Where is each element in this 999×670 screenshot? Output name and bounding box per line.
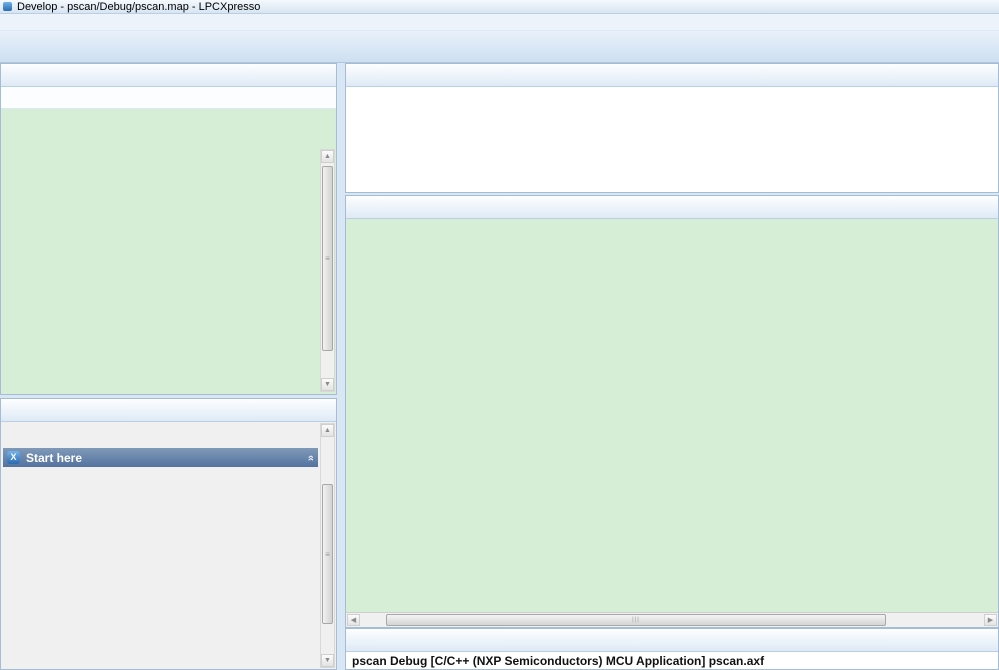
editor-horizontal-scrollbar[interactable]: ◀ ||| ▶ (346, 612, 998, 627)
lpcxpresso-icon: X (7, 451, 20, 464)
lpcxpresso-window: Develop - pscan/Debug/pscan.map - LPCXpr… (0, 0, 999, 670)
editor-tab-strip (346, 196, 998, 219)
start-here-header[interactable]: X Start here » (3, 448, 318, 467)
collapse-section-icon[interactable]: » (305, 454, 317, 460)
debug-panel (345, 63, 999, 193)
map-file-editor[interactable] (346, 219, 998, 612)
menu-bar (0, 14, 999, 31)
scroll-down-icon[interactable]: ▼ (321, 378, 334, 391)
project-tree (1, 109, 336, 394)
explorer-view-toolbar (1, 87, 336, 109)
quickstart-panel: X Start here » ▲ ≡ ▼ (0, 398, 337, 670)
scroll-left-icon[interactable]: ◀ (347, 614, 360, 626)
scroll-up-icon[interactable]: ▲ (321, 424, 334, 437)
quickstart-content: X Start here » ▲ ≡ ▼ (1, 422, 336, 669)
scrollbar-thumb[interactable]: ≡ (322, 166, 333, 351)
editor-area: ◀ ||| ▶ (345, 195, 999, 628)
console-output: pscan Debug [C/C++ (NXP Semiconductors) … (346, 652, 998, 669)
console-tab-strip (346, 629, 998, 652)
scrollbar-thumb[interactable]: ||| (386, 614, 886, 626)
project-tree-scrollbar[interactable]: ▲ ≡ ▼ (320, 149, 335, 392)
explorer-tab-strip (1, 64, 336, 87)
scrollbar-thumb[interactable]: ≡ (322, 484, 333, 624)
project-explorer-panel: ▲ ≡ ▼ (0, 63, 337, 395)
window-title: Develop - pscan/Debug/pscan.map - LPCXpr… (17, 1, 260, 13)
scroll-up-icon[interactable]: ▲ (321, 150, 334, 163)
app-icon (3, 2, 12, 11)
title-bar: Develop - pscan/Debug/pscan.map - LPCXpr… (0, 0, 999, 14)
quickstart-scrollbar[interactable]: ▲ ≡ ▼ (320, 423, 335, 668)
debug-launch-tree (346, 87, 998, 192)
main-toolbar (0, 31, 999, 63)
console-panel: pscan Debug [C/C++ (NXP Semiconductors) … (345, 628, 999, 670)
scroll-right-icon[interactable]: ▶ (984, 614, 997, 626)
console-text: pscan Debug [C/C++ (NXP Semiconductors) … (352, 654, 764, 668)
start-here-label: Start here (26, 451, 82, 465)
debug-tab-strip (346, 64, 998, 87)
scroll-down-icon[interactable]: ▼ (321, 654, 334, 667)
quickstart-tab-strip (1, 399, 336, 422)
